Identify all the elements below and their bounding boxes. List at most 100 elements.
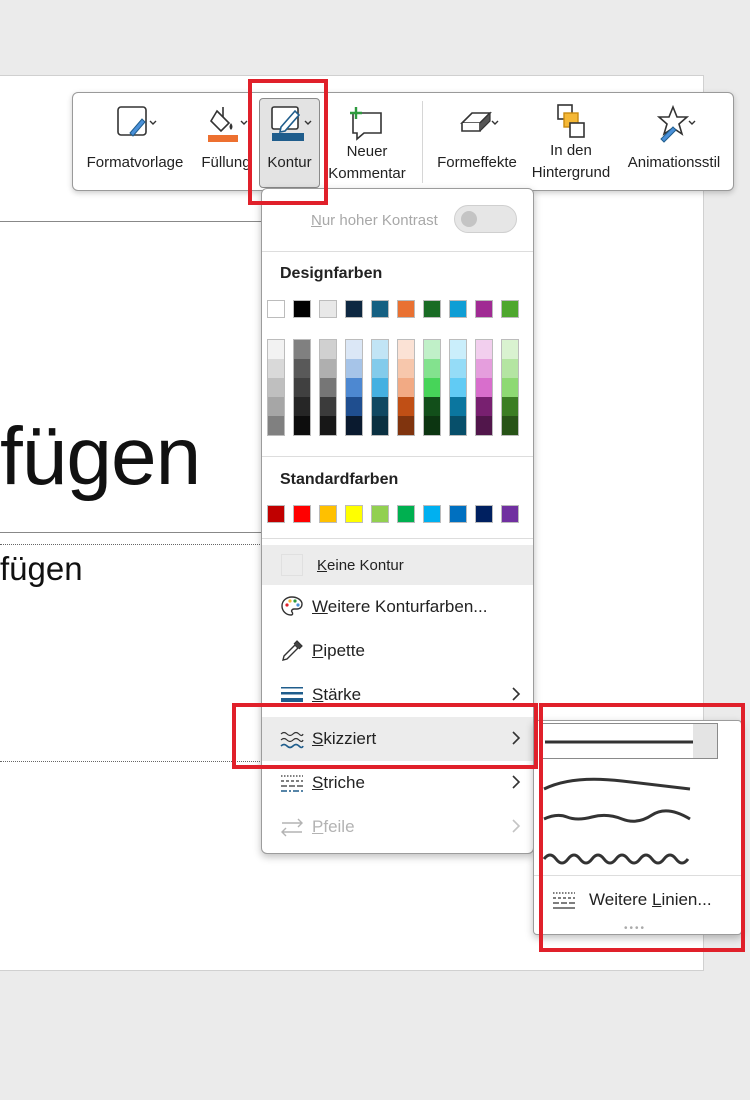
design-color-swatch[interactable] (345, 300, 363, 318)
design-color-shade[interactable] (502, 359, 518, 378)
standard-color-swatch[interactable] (501, 505, 519, 523)
sketched-line-icon (280, 731, 304, 749)
design-color-shade[interactable] (320, 416, 336, 435)
design-color-shade[interactable] (294, 397, 310, 416)
design-color-shade[interactable] (320, 340, 336, 359)
slide-subtitle-text[interactable]: fügen (0, 552, 83, 585)
sketch-option-scribble[interactable] (542, 845, 692, 871)
standard-color-swatch[interactable] (319, 505, 337, 523)
fuellung-button[interactable]: Füllung (195, 93, 257, 190)
design-color-shade[interactable] (450, 340, 466, 359)
design-color-swatch[interactable] (319, 300, 337, 318)
sketch-option-straight[interactable] (539, 723, 718, 759)
design-color-swatch[interactable] (449, 300, 467, 318)
design-color-shade[interactable] (268, 378, 284, 397)
formeffekte-button[interactable]: Formeffekte (428, 93, 526, 190)
paint-bucket-icon (208, 107, 248, 142)
standard-color-swatch[interactable] (423, 505, 441, 523)
standard-color-swatch[interactable] (293, 505, 311, 523)
design-color-shade[interactable] (346, 378, 362, 397)
design-color-swatch[interactable] (475, 300, 493, 318)
design-color-swatch[interactable] (501, 300, 519, 318)
formatvorlage-label: Formatvorlage (86, 154, 184, 171)
design-color-shade[interactable] (450, 378, 466, 397)
formatvorlage-button[interactable]: Formatvorlage (77, 93, 193, 190)
high-contrast-toggle[interactable] (454, 205, 517, 233)
more-outline-colors-item[interactable]: Weitere Konturfarben... (262, 585, 533, 629)
design-color-shade[interactable] (268, 416, 284, 435)
design-color-shade[interactable] (268, 397, 284, 416)
design-color-shade[interactable] (502, 416, 518, 435)
design-color-shade[interactable] (476, 359, 492, 378)
design-color-shade[interactable] (268, 340, 284, 359)
design-color-shade[interactable] (294, 416, 310, 435)
design-color-shade[interactable] (320, 397, 336, 416)
design-color-shade[interactable] (294, 359, 310, 378)
design-color-shade[interactable] (476, 340, 492, 359)
design-color-shade[interactable] (424, 397, 440, 416)
neuer-kommentar-button[interactable]: Neuer Kommentar (323, 93, 411, 190)
design-color-swatch[interactable] (293, 300, 311, 318)
design-color-shade[interactable] (294, 378, 310, 397)
design-color-shade[interactable] (268, 359, 284, 378)
design-color-shade[interactable] (320, 359, 336, 378)
design-color-shade[interactable] (372, 340, 388, 359)
weight-item[interactable]: Stärke (262, 673, 533, 717)
design-color-swatch[interactable] (397, 300, 415, 318)
sketch-option-freehand[interactable] (542, 805, 692, 831)
standard-color-swatch[interactable] (371, 505, 389, 523)
design-color-shade[interactable] (450, 359, 466, 378)
animation-star-icon (656, 104, 696, 143)
standard-color-swatch[interactable] (397, 505, 415, 523)
more-lines-label: Weitere Linien... (589, 890, 712, 909)
sketch-option-curved[interactable] (542, 773, 692, 799)
design-color-shade[interactable] (372, 359, 388, 378)
design-color-shade[interactable] (450, 397, 466, 416)
resize-grip[interactable]: •••• (624, 923, 646, 934)
design-color-shade[interactable] (294, 340, 310, 359)
dashes-item[interactable]: Striche (262, 761, 533, 805)
design-color-shade[interactable] (372, 416, 388, 435)
design-color-shade[interactable] (372, 397, 388, 416)
design-color-shade[interactable] (398, 340, 414, 359)
design-color-shade[interactable] (346, 359, 362, 378)
standard-color-swatch[interactable] (449, 505, 467, 523)
design-color-shade[interactable] (346, 416, 362, 435)
design-color-shade[interactable] (346, 397, 362, 416)
no-outline-item[interactable]: Keine Kontur (262, 545, 533, 585)
design-color-swatch[interactable] (371, 300, 389, 318)
design-color-shade[interactable] (502, 340, 518, 359)
design-color-shade-column (449, 339, 467, 436)
design-color-swatch[interactable] (423, 300, 441, 318)
toolbar-separator (422, 101, 423, 183)
design-color-shade[interactable] (398, 359, 414, 378)
slide-title-text[interactable]: fügen (0, 416, 201, 498)
design-color-shade[interactable] (502, 397, 518, 416)
design-color-shade[interactable] (346, 340, 362, 359)
design-color-shade[interactable] (398, 378, 414, 397)
design-color-shade[interactable] (450, 416, 466, 435)
design-color-shade-column (345, 339, 363, 436)
eyedropper-item[interactable]: Pipette (262, 629, 533, 673)
kontur-button[interactable]: Kontur (259, 93, 320, 190)
design-color-shade[interactable] (424, 416, 440, 435)
animationsstil-button[interactable]: Animationsstil (619, 93, 729, 190)
more-lines-item[interactable]: Weitere Linien... (534, 884, 741, 916)
standard-color-swatch[interactable] (345, 505, 363, 523)
design-color-shade[interactable] (424, 359, 440, 378)
design-color-shade[interactable] (476, 416, 492, 435)
design-color-shade[interactable] (424, 340, 440, 359)
design-color-shade[interactable] (476, 378, 492, 397)
design-color-shade[interactable] (476, 397, 492, 416)
design-color-shade[interactable] (502, 378, 518, 397)
in-den-hintergrund-button[interactable]: In den Hintergrund (526, 93, 616, 190)
sketched-item[interactable]: Skizziert (262, 717, 533, 761)
design-color-shade[interactable] (320, 378, 336, 397)
design-color-shade[interactable] (398, 416, 414, 435)
design-color-swatch[interactable] (267, 300, 285, 318)
standard-color-swatch[interactable] (475, 505, 493, 523)
design-color-shade[interactable] (372, 378, 388, 397)
design-color-shade[interactable] (424, 378, 440, 397)
standard-color-swatch[interactable] (267, 505, 285, 523)
design-color-shade[interactable] (398, 397, 414, 416)
